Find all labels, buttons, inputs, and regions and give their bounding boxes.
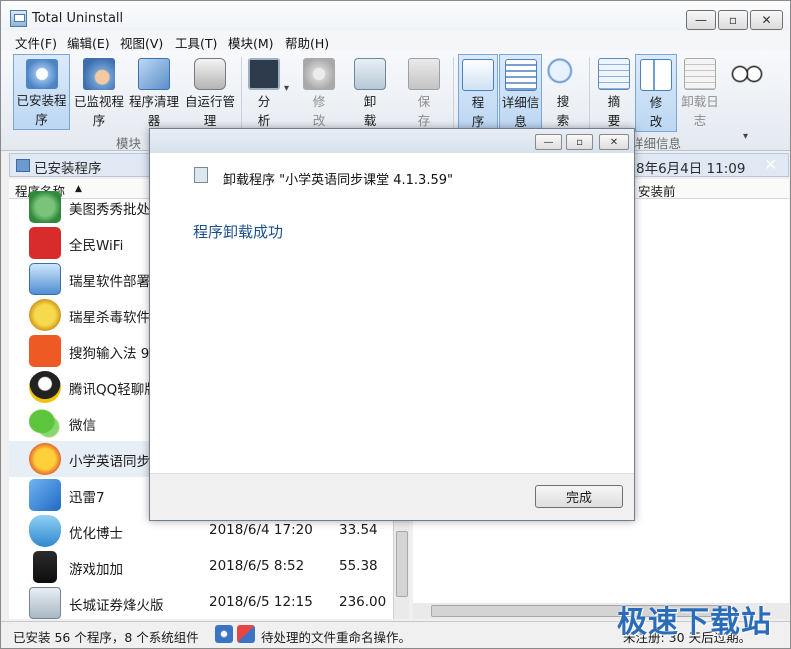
group-label-modules: 模块: [116, 136, 142, 151]
thunder-icon: [29, 479, 61, 511]
modify-button: 修 改: [299, 54, 339, 130]
menu-tools[interactable]: 工具(T): [175, 33, 217, 52]
status-pending-rename: 待处理的文件重命名操作。: [261, 630, 412, 645]
menu-help[interactable]: 帮助(H): [285, 33, 329, 52]
uninstall-log-button: 卸载日 志: [679, 54, 721, 130]
qq-icon: [29, 371, 61, 403]
log-icon: [684, 58, 716, 90]
group-label-details: 详细信息: [631, 136, 682, 151]
column-before-install[interactable]: 安装前: [638, 181, 676, 200]
disc-icon: [25, 59, 58, 89]
recycle-bin-icon: [194, 167, 208, 183]
autorun-manager-button[interactable]: 自运行管 理: [182, 54, 238, 130]
close-icon[interactable]: ✕: [764, 155, 777, 174]
minimize-button[interactable]: —: [686, 10, 716, 30]
window-title: Total Uninstall: [32, 11, 124, 26]
sogou-icon: [29, 335, 61, 367]
menu-file[interactable]: 文件(F): [15, 33, 57, 52]
document-icon: [598, 58, 630, 90]
finish-button[interactable]: 完成: [535, 485, 623, 508]
success-message: 程序卸载成功: [193, 223, 284, 241]
panel-title: 已安装程序: [34, 161, 102, 177]
dialog-footer: 完成: [150, 473, 634, 520]
window-icon: [462, 59, 494, 91]
truck-icon: [194, 58, 226, 90]
grid-icon: [504, 59, 537, 91]
menu-edit[interactable]: 编辑(E): [67, 33, 110, 52]
title-bar: Total Uninstall — ▫ ✕: [1, 1, 790, 35]
view-options-button[interactable]: [727, 54, 767, 130]
bird-icon: [29, 443, 61, 475]
analyze-button[interactable]: 分 析: [246, 54, 282, 130]
summary-button[interactable]: 摘 要: [595, 54, 633, 130]
list-item[interactable]: 游戏加加 2018/6/5 8:52 55.38: [9, 549, 393, 585]
details-date: 8年6月4日 11:09: [636, 161, 746, 177]
search-button[interactable]: 搜 索: [544, 54, 582, 130]
tree-icon: [640, 59, 672, 91]
menu-view[interactable]: 视图(V): [120, 33, 163, 52]
menu-bar: 文件(F) 编辑(E) 视图(V) 工具(T) 模块(M) 帮助(H): [1, 31, 790, 51]
close-button[interactable]: ✕: [750, 10, 783, 30]
shield-icon: [29, 515, 61, 547]
watermark-logo: 极速下载站: [617, 605, 772, 640]
installed-programs-button[interactable]: 已安装程 序: [13, 54, 70, 130]
dialog-title-bar: — ▫ ✕: [150, 129, 634, 153]
glasses-icon: [731, 58, 763, 90]
dialog-minimize-button[interactable]: —: [535, 134, 562, 150]
game-box-icon: [33, 551, 57, 583]
brush-icon: [138, 58, 170, 90]
program-view-button[interactable]: 程 序: [458, 54, 498, 132]
recycle-bin-icon: [354, 58, 386, 90]
changes-button[interactable]: 修 改: [635, 54, 677, 132]
recycle-icon: [29, 191, 61, 223]
scroll-thumb[interactable]: [396, 531, 408, 597]
program-cleaner-button[interactable]: 程序清理 器: [126, 54, 182, 130]
list-item[interactable]: 长城证券烽火版 2018/6/5 12:15 236.00: [9, 585, 393, 621]
maximize-button[interactable]: ▫: [718, 10, 748, 30]
deploy-icon: [29, 263, 61, 295]
lion-icon: [29, 299, 61, 331]
recycle-bin-icon: [29, 587, 61, 619]
search-icon: [547, 58, 579, 90]
chevron-down-icon[interactable]: ▾: [743, 131, 748, 142]
monitor-icon: [248, 58, 280, 90]
monitored-programs-button[interactable]: 已监视程 序: [71, 54, 127, 130]
list-icon: [16, 159, 30, 172]
save-button: 保 存: [405, 54, 443, 130]
disc-gray-icon: [303, 58, 335, 90]
uninstall-button[interactable]: 卸 载: [351, 54, 389, 130]
vertical-scrollbar[interactable]: [393, 521, 409, 619]
uninstall-dialog: — ▫ ✕ 卸载程序 "小学英语同步课堂 4.1.3.59" 程序卸载成功 完成: [149, 128, 635, 521]
monitor-user-icon: [83, 58, 115, 90]
rename-icon[interactable]: [237, 625, 255, 643]
dialog-maximize-button[interactable]: ▫: [566, 134, 593, 150]
dialog-body: 卸载程序 "小学英语同步课堂 4.1.3.59" 程序卸载成功: [150, 153, 634, 473]
dialog-close-button[interactable]: ✕: [599, 134, 629, 150]
app-icon: [10, 10, 27, 27]
details-view-button[interactable]: 详细信 息: [499, 54, 542, 132]
chevron-down-icon[interactable]: ▾: [284, 83, 289, 94]
floppy-icon: [408, 58, 440, 90]
dialog-heading: 卸载程序 "小学英语同步课堂 4.1.3.59": [223, 173, 453, 188]
wifi-icon: [29, 227, 61, 259]
status-programs-count: 已安装 56 个程序，8 个系统组件: [13, 630, 199, 645]
wechat-icon: [29, 407, 61, 439]
menu-modules[interactable]: 模块(M): [228, 33, 274, 52]
settings-icon[interactable]: [215, 625, 233, 643]
